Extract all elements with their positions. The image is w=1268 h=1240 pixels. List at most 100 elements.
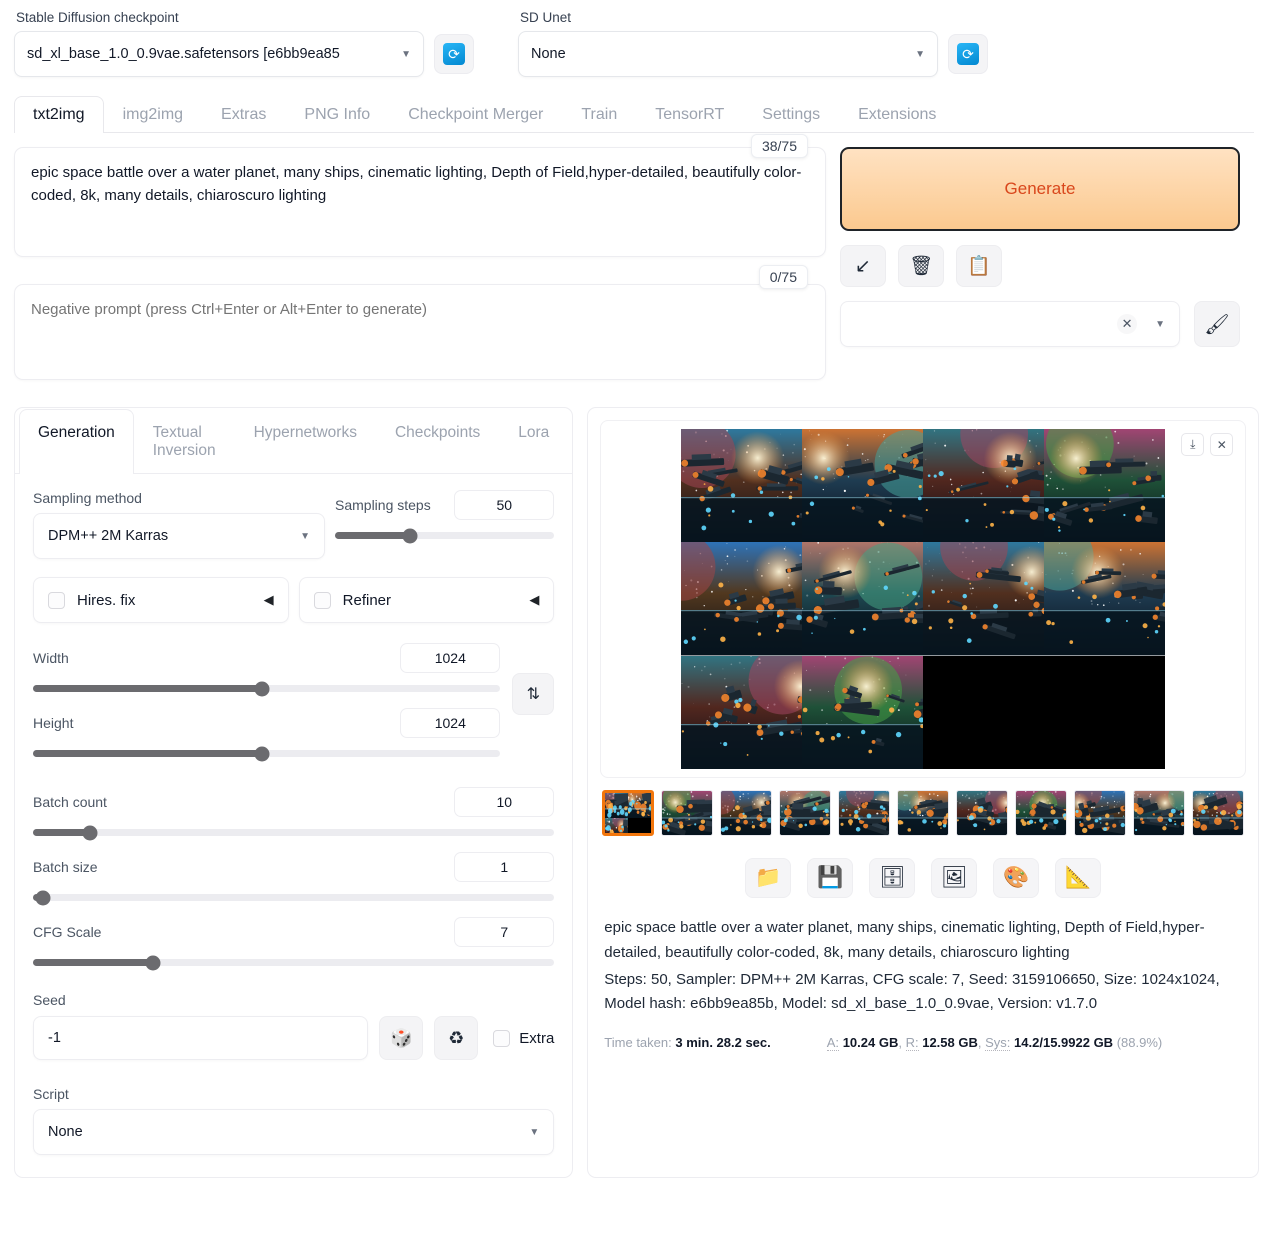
main-image-grid[interactable]	[681, 429, 1166, 769]
grid-image-cell[interactable]	[1044, 542, 1166, 656]
floppy-disk-icon-button[interactable]: 💾	[807, 858, 854, 898]
file-cabinet-icon-button[interactable]: 🗄	[869, 858, 916, 898]
grid-image-cell[interactable]	[923, 429, 1045, 543]
batch-count-value[interactable]: 10	[454, 787, 555, 817]
thumbnail-5[interactable]	[897, 790, 950, 836]
tab-tensorrt[interactable]: TensorRT	[636, 96, 743, 133]
grid-image-cell[interactable]	[681, 429, 803, 543]
arrow-down-left-icon-button[interactable]: ↙	[840, 245, 886, 287]
positive-prompt-input[interactable]	[14, 147, 826, 257]
recycle-icon-button[interactable]: ♻	[434, 1016, 479, 1060]
unet-refresh-button[interactable]: ⟳	[948, 34, 988, 74]
sampling-steps-slider[interactable]	[335, 528, 555, 543]
checkpoint-refresh-button[interactable]: ⟳	[434, 34, 474, 74]
checkpoint-select[interactable]: sd_xl_base_1.0_0.9vae.safetensors [e6bb9…	[14, 31, 424, 77]
hires-fix-accordion[interactable]: Hires. fix ◀	[33, 577, 289, 623]
subtab-textual-inversion[interactable]: Textual Inversion	[134, 409, 235, 474]
grid-image-cell[interactable]	[923, 542, 1045, 656]
height-value[interactable]: 1024	[400, 708, 501, 738]
thumbnail-8[interactable]	[1074, 790, 1127, 836]
folder-icon-button[interactable]: 📁	[745, 858, 792, 898]
thumbnail-1[interactable]	[661, 790, 714, 836]
subtab-generation[interactable]: Generation	[19, 409, 134, 474]
cfg-scale-value[interactable]: 7	[454, 917, 555, 947]
tab-settings[interactable]: Settings	[743, 96, 839, 133]
prompt-tool-row: ↙ 🗑 📋	[840, 245, 1240, 287]
width-label: Width	[33, 650, 69, 666]
slider-knob[interactable]	[254, 681, 270, 696]
script-select[interactable]: None ▼	[33, 1109, 555, 1155]
expand-triangle-icon[interactable]: ◀	[529, 592, 539, 608]
subtab-lora[interactable]: Lora	[499, 409, 568, 474]
sampling-method-select[interactable]: DPM++ 2M Karras ▼	[33, 513, 325, 559]
tab-img2img[interactable]: img2img	[104, 96, 202, 133]
grid-image-cell[interactable]	[681, 542, 803, 656]
thumbnail-10[interactable]	[1192, 790, 1245, 836]
tab-extras[interactable]: Extras	[202, 96, 285, 133]
sampling-steps-value[interactable]: 50	[454, 490, 555, 520]
script-label: Script	[33, 1086, 69, 1102]
slider-knob[interactable]	[145, 955, 161, 970]
swap-vertical-icon-button[interactable]: ⇅	[512, 673, 555, 715]
expand-triangle-icon[interactable]: ◀	[264, 592, 274, 608]
clipboard-icon-button[interactable]: 📋	[956, 245, 1002, 287]
close-icon-button[interactable]: ✕	[1210, 433, 1234, 456]
download-icon-button[interactable]: ⤓	[1181, 433, 1205, 456]
tab-png-info[interactable]: PNG Info	[285, 96, 389, 133]
grid-image-cell[interactable]	[802, 655, 924, 769]
tab-checkpoint-merger[interactable]: Checkpoint Merger	[389, 96, 562, 133]
clear-x-icon[interactable]: ✕	[1117, 314, 1138, 334]
height-slider[interactable]	[33, 746, 501, 761]
batch-size-slider[interactable]	[33, 890, 555, 905]
triangular-ruler-icon-button[interactable]: 📐	[1055, 858, 1102, 898]
thumbnail-4[interactable]	[838, 790, 891, 836]
unet-field: SD Unet None ▼	[518, 10, 938, 77]
thumbnail-2[interactable]	[720, 790, 773, 836]
grid-image-cell[interactable]	[681, 655, 803, 769]
tab-train[interactable]: Train	[562, 96, 636, 133]
slider-knob[interactable]	[254, 746, 270, 761]
sampling-steps-field: Sampling steps 50	[335, 490, 555, 559]
unet-value: None	[531, 46, 566, 62]
dice-icon-button[interactable]: 🎲	[379, 1016, 424, 1060]
generate-button[interactable]: Generate	[840, 147, 1240, 231]
width-value[interactable]: 1024	[400, 643, 501, 673]
thumbnail-0[interactable]	[602, 790, 655, 836]
artist-palette-icon-button[interactable]: 🎨	[993, 858, 1040, 898]
thumbnail-3[interactable]	[779, 790, 832, 836]
batch-count-slider[interactable]	[33, 825, 555, 840]
grid-image-cell[interactable]	[1044, 655, 1166, 769]
width-slider[interactable]	[33, 681, 501, 696]
refiner-checkbox[interactable]	[313, 591, 331, 609]
extra-seed-toggle[interactable]: Extra	[493, 1029, 555, 1047]
trash-can-icon-button[interactable]: 🗑	[898, 245, 944, 287]
batch-size-value[interactable]: 1	[454, 852, 555, 882]
negative-prompt-input[interactable]	[14, 284, 826, 380]
grid-image-cell[interactable]	[802, 542, 924, 656]
styles-select[interactable]: ✕ ▼	[840, 301, 1180, 347]
dimensions-row: Width 1024 Height 1024 ⇅	[33, 643, 555, 761]
thumbnail-9[interactable]	[1133, 790, 1186, 836]
cfg-scale-slider[interactable]	[33, 955, 555, 970]
slider-knob[interactable]	[402, 528, 418, 543]
refiner-accordion[interactable]: Refiner ◀	[298, 577, 555, 623]
slider-knob[interactable]	[35, 890, 51, 905]
subtab-checkpoints[interactable]: Checkpoints	[376, 409, 499, 474]
slider-knob[interactable]	[82, 825, 98, 840]
subtab-hypernetworks[interactable]: Hypernetworks	[235, 409, 376, 474]
thumbnail-6[interactable]	[956, 790, 1009, 836]
grid-image-cell[interactable]	[1044, 429, 1166, 543]
seed-input[interactable]: -1	[33, 1016, 369, 1060]
hires-fix-checkbox[interactable]	[48, 591, 65, 609]
thumbnail-7[interactable]	[1015, 790, 1068, 836]
extra-checkbox[interactable]	[493, 1029, 511, 1047]
sampling-method-field: Sampling method DPM++ 2M Karras ▼	[33, 490, 325, 559]
grid-image-cell[interactable]	[923, 655, 1045, 769]
unet-select[interactable]: None ▼	[518, 31, 938, 77]
extra-label: Extra	[519, 1029, 555, 1047]
paintbrush-icon-button[interactable]: 🖌	[1194, 301, 1240, 347]
tab-txt2img[interactable]: txt2img	[14, 96, 104, 133]
framed-picture-icon-button[interactable]: 🖼	[931, 858, 978, 898]
tab-extensions[interactable]: Extensions	[839, 96, 955, 133]
grid-image-cell[interactable]	[802, 429, 924, 543]
